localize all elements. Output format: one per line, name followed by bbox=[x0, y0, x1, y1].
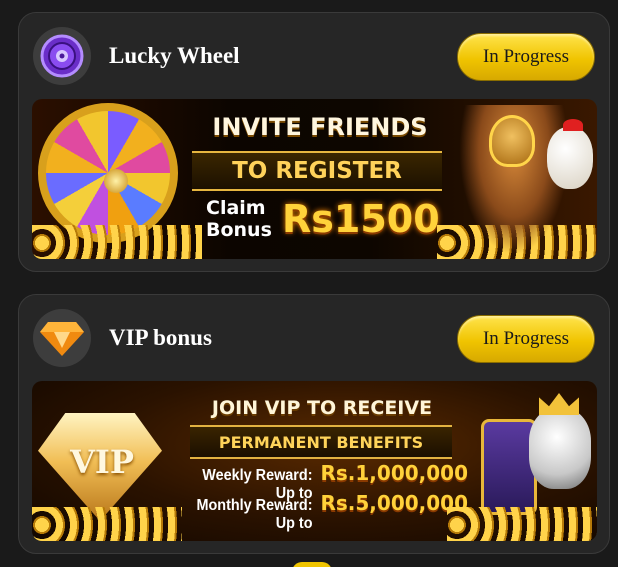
reward-amount: Rs.1,000,000 bbox=[320, 461, 468, 485]
banner-subheadline: PERMANENT BENEFITS bbox=[218, 432, 424, 452]
bull-mascot-graphic bbox=[529, 409, 591, 489]
lucky-wheel-icon bbox=[33, 27, 91, 85]
reward-label: Monthly Reward: Up to bbox=[196, 497, 313, 532]
vip-diamond-icon bbox=[33, 309, 91, 367]
card-title: Lucky Wheel bbox=[109, 43, 240, 68]
warrior-head-graphic bbox=[489, 115, 535, 167]
prize-wheel-graphic bbox=[38, 103, 178, 243]
in-progress-button[interactable]: In Progress bbox=[457, 33, 595, 81]
gold-coins-graphic bbox=[32, 507, 182, 541]
gold-coins-graphic bbox=[32, 225, 202, 259]
vip-badge-text: VIP bbox=[70, 443, 134, 481]
promo-card-lucky-wheel[interactable]: Lucky Wheel In Progress INVITE FRIENDS T… bbox=[18, 12, 610, 272]
rooster-graphic bbox=[547, 127, 593, 189]
crown-graphic bbox=[539, 393, 579, 415]
bonus-amount: Rs1500 bbox=[282, 197, 440, 241]
monthly-reward-row: Monthly Reward: Up to Rs.5,000,000 bbox=[168, 491, 468, 533]
join-vip-banner[interactable]: VIP JOIN VIP TO RECEIVE PERMANENT BENEFI… bbox=[32, 381, 597, 541]
card-title: VIP bonus bbox=[109, 325, 212, 350]
gold-coins-graphic bbox=[447, 507, 597, 541]
in-progress-button[interactable]: In Progress bbox=[457, 315, 595, 363]
claim-bonus-label: Claim Bonus bbox=[206, 197, 272, 241]
banner-headline: INVITE FRIENDS bbox=[212, 113, 428, 141]
banner-ribbon: TO REGISTER bbox=[192, 151, 442, 191]
banner-subheadline: TO REGISTER bbox=[232, 158, 402, 184]
banner-headline: JOIN VIP TO RECEIVE bbox=[211, 397, 433, 419]
promo-card-vip-bonus[interactable]: VIP bonus In Progress VIP JOIN VIP TO RE… bbox=[18, 294, 610, 554]
invite-friends-banner[interactable]: INVITE FRIENDS TO REGISTER Claim Bonus R… bbox=[32, 99, 597, 259]
next-card-icon-peek bbox=[292, 562, 332, 567]
reward-amount: Rs.5,000,000 bbox=[320, 491, 468, 515]
banner-ribbon: PERMANENT BENEFITS bbox=[190, 425, 452, 459]
